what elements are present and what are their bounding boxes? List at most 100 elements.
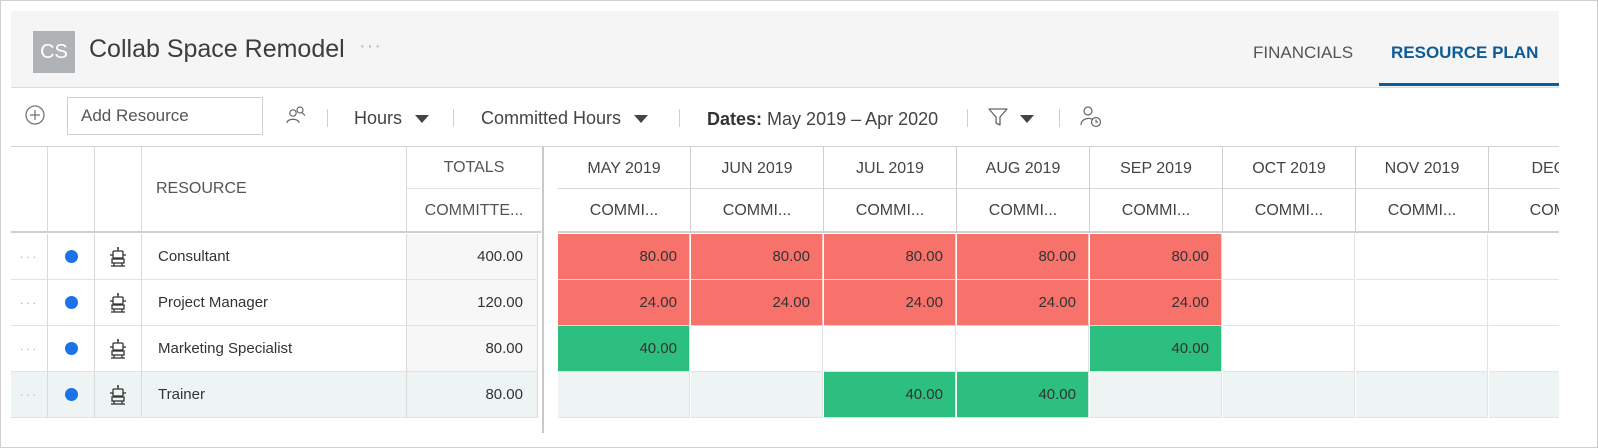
- resource-type-cell: [95, 280, 142, 326]
- allocation-cell[interactable]: 80.00: [824, 234, 956, 280]
- type-header: [95, 147, 142, 233]
- month-header: JUN 2019: [691, 147, 824, 189]
- drag-handle-icon[interactable]: ···: [20, 295, 39, 310]
- month-subheader[interactable]: COMMI...: [1090, 189, 1223, 233]
- month-header: DEC 2: [1489, 147, 1559, 189]
- allocation-cell[interactable]: 80.00: [558, 234, 690, 280]
- allocation-cell[interactable]: 40.00: [824, 372, 956, 418]
- month-subheader[interactable]: COMM: [1489, 189, 1559, 233]
- active-tab-indicator: [1379, 83, 1559, 86]
- drag-handle-icon[interactable]: ···: [20, 249, 39, 264]
- allocation-cell[interactable]: 24.00: [824, 280, 956, 326]
- generic-resource-icon: [107, 338, 129, 360]
- total-cell: 80.00: [407, 372, 538, 418]
- drag-handle-icon[interactable]: ···: [20, 387, 39, 402]
- status-dot-icon: [64, 250, 78, 263]
- allocation-cell[interactable]: 80.00: [957, 234, 1089, 280]
- allocation-cell[interactable]: [1356, 280, 1488, 326]
- allocation-cell[interactable]: 24.00: [957, 280, 1089, 326]
- totals-header-label: TOTALS: [443, 159, 505, 176]
- allocation-cell[interactable]: [957, 326, 1089, 372]
- allocation-cell[interactable]: [1489, 280, 1559, 326]
- allocation-cell[interactable]: 40.00: [1090, 326, 1222, 372]
- status-dot-icon: [64, 388, 78, 401]
- allocation-cell[interactable]: [691, 326, 823, 372]
- month-subheader[interactable]: COMMI...: [1223, 189, 1356, 233]
- month-subheader[interactable]: COMMI...: [824, 189, 957, 233]
- allocation-cell[interactable]: [1090, 372, 1222, 418]
- status-dot-icon: [64, 296, 78, 309]
- resource-name-cell[interactable]: Marketing Specialist: [142, 326, 407, 372]
- drag-handle-icon[interactable]: ···: [20, 341, 39, 356]
- month-header: JUL 2019: [824, 147, 957, 189]
- row-drag-handle[interactable]: ···: [11, 280, 48, 326]
- allocation-cell[interactable]: [1489, 326, 1559, 372]
- more-options-icon[interactable]: ···: [359, 35, 382, 58]
- row-handle-header: [11, 147, 48, 233]
- filter-chevron-down-icon[interactable]: [1020, 115, 1034, 123]
- totals-subheader[interactable]: COMMITTE...: [407, 189, 541, 233]
- total-value: 80.00: [485, 340, 523, 357]
- allocation-cell[interactable]: [1489, 372, 1559, 418]
- units-dropdown[interactable]: Hours: [354, 108, 430, 129]
- total-cell: 400.00: [407, 234, 538, 280]
- total-cell: 120.00: [407, 280, 538, 326]
- people-search-icon[interactable]: [285, 104, 307, 126]
- total-value: 400.00: [477, 248, 523, 265]
- date-range[interactable]: Dates: May 2019 – Apr 2020: [707, 109, 938, 130]
- measure-dropdown[interactable]: Committed Hours: [481, 108, 649, 129]
- allocation-cell[interactable]: [1223, 280, 1355, 326]
- total-value: 80.00: [485, 386, 523, 403]
- resource-name-cell[interactable]: Project Manager: [142, 280, 407, 326]
- allocation-cell[interactable]: 40.00: [957, 372, 1089, 418]
- allocation-cell[interactable]: [1356, 372, 1488, 418]
- month-subheader[interactable]: COMMI...: [558, 189, 691, 233]
- resource-name-cell[interactable]: Trainer: [142, 372, 407, 418]
- allocation-cell[interactable]: [558, 372, 690, 418]
- units-dropdown-label: Hours: [354, 108, 403, 128]
- allocation-cell[interactable]: 40.00: [558, 326, 690, 372]
- status-cell: [48, 326, 95, 372]
- status-cell: [48, 372, 95, 418]
- toolbar-separator: [327, 109, 328, 127]
- project-avatar: CS: [33, 31, 75, 73]
- resource-name: Trainer: [158, 386, 205, 403]
- resource-column-header[interactable]: RESOURCE: [142, 147, 407, 233]
- month-subheader[interactable]: COMMI...: [1356, 189, 1489, 233]
- project-header: CS Collab Space Remodel ··· FINANCIALS R…: [11, 11, 1559, 88]
- resource-header-label: RESOURCE: [156, 180, 247, 197]
- allocation-cell[interactable]: 80.00: [1090, 234, 1222, 280]
- allocation-cell[interactable]: [1223, 326, 1355, 372]
- allocation-cell[interactable]: 80.00: [691, 234, 823, 280]
- allocation-cell[interactable]: [1223, 234, 1355, 280]
- tab-resource-plan[interactable]: RESOURCE PLAN: [1391, 43, 1538, 63]
- month-subheader[interactable]: COMMI...: [957, 189, 1090, 233]
- tab-financials[interactable]: FINANCIALS: [1253, 43, 1353, 63]
- allocation-cell[interactable]: 24.00: [1090, 280, 1222, 326]
- allocation-cell[interactable]: [1356, 326, 1488, 372]
- row-drag-handle[interactable]: ···: [11, 326, 48, 372]
- pane-splitter[interactable]: [542, 147, 558, 433]
- allocation-cell[interactable]: 24.00: [691, 280, 823, 326]
- row-drag-handle[interactable]: ···: [11, 234, 48, 280]
- month-subheader[interactable]: COMMI...: [691, 189, 824, 233]
- allocation-cell[interactable]: 24.00: [558, 280, 690, 326]
- allocation-cell[interactable]: [1489, 234, 1559, 280]
- filter-icon[interactable]: [987, 106, 1009, 128]
- allocation-cell[interactable]: [691, 372, 823, 418]
- add-resource-input[interactable]: [67, 97, 263, 135]
- resource-name: Project Manager: [158, 294, 269, 311]
- add-circle-icon[interactable]: [25, 105, 45, 125]
- totals-header: TOTALS: [407, 147, 541, 189]
- generic-resource-icon: [107, 384, 129, 406]
- allocation-cell[interactable]: [824, 326, 956, 372]
- toolbar: Hours Committed Hours Dates: May 2019 – …: [11, 88, 1559, 147]
- resource-name-cell[interactable]: Consultant: [142, 234, 407, 280]
- allocation-cell[interactable]: [1356, 234, 1488, 280]
- allocation-cell[interactable]: [1223, 372, 1355, 418]
- measure-dropdown-label: Committed Hours: [481, 108, 622, 128]
- dates-value: May 2019 – Apr 2020: [767, 109, 939, 129]
- row-drag-handle[interactable]: ···: [11, 372, 48, 418]
- person-clock-icon[interactable]: [1079, 104, 1103, 128]
- resource-plan-window: CS Collab Space Remodel ··· FINANCIALS R…: [0, 0, 1598, 448]
